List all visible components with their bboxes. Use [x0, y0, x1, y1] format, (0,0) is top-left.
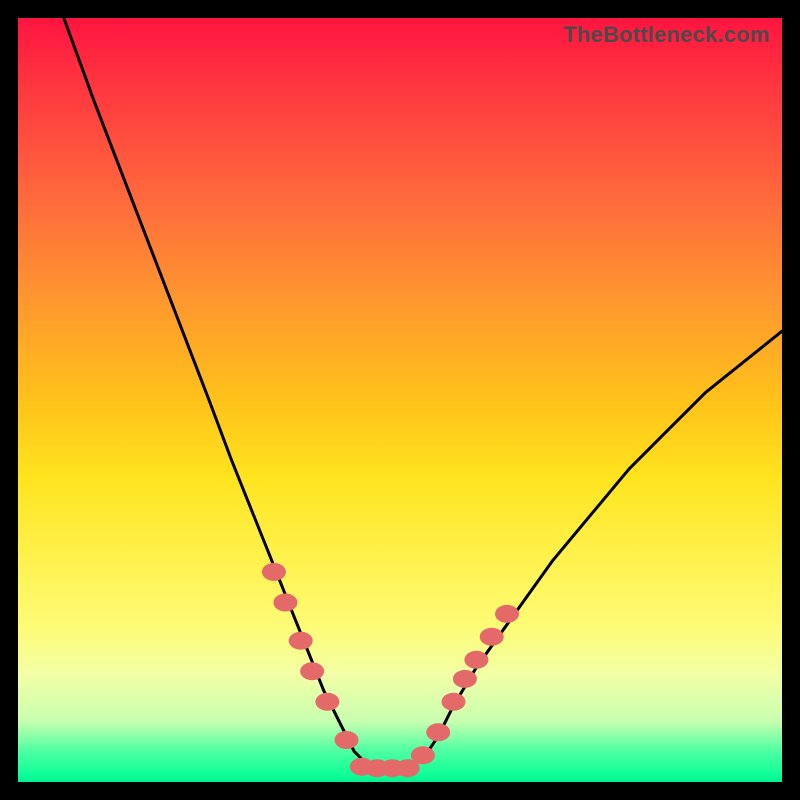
chart-svg: [18, 18, 782, 782]
highlight-dot: [442, 693, 466, 711]
highlight-dot: [495, 605, 519, 623]
highlight-dot: [315, 693, 339, 711]
highlight-dot: [289, 632, 313, 650]
highlight-dot: [453, 670, 477, 688]
chart-frame: TheBottleneck.com: [0, 0, 800, 800]
highlight-dot: [262, 563, 286, 581]
highlight-dot: [426, 723, 450, 741]
highlight-dot: [300, 662, 324, 680]
bottleneck-curve: [64, 18, 782, 767]
highlight-dot: [464, 651, 488, 669]
highlight-dot: [480, 628, 504, 646]
plot-area: TheBottleneck.com: [18, 18, 782, 782]
highlight-dot: [273, 594, 297, 612]
highlight-dot: [335, 731, 359, 749]
highlight-dot: [411, 746, 435, 764]
